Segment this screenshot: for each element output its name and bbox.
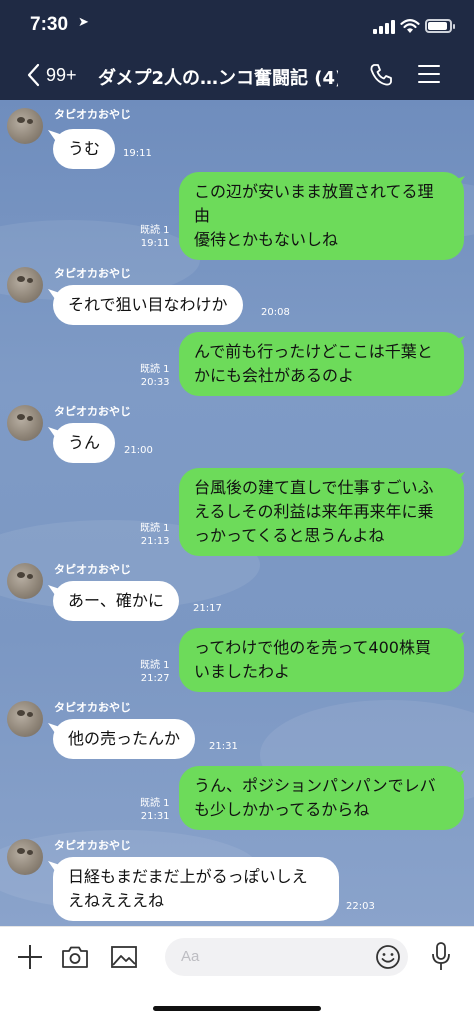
- avatar[interactable]: [7, 563, 43, 599]
- sender-name: タピオカおやじ: [54, 839, 131, 852]
- image-icon[interactable]: [110, 945, 138, 969]
- chat-title: ダメプ2人の…ンコ奮闘記 (4): [98, 68, 338, 89]
- message-bubble[interactable]: うん、ポジションパンパンでレバ も少しかかってるからね: [179, 766, 464, 830]
- menu-icon[interactable]: [418, 65, 440, 85]
- home-indicator[interactable]: [153, 1006, 321, 1011]
- location-arrow-icon: ➤: [78, 15, 89, 30]
- message-bubble[interactable]: んで前も行ったけどここは千葉と かにも会社があるのよ: [179, 332, 464, 396]
- avatar[interactable]: [7, 405, 43, 441]
- message-meta: 既読 1 21:13: [140, 523, 170, 547]
- sender-name: タピオカおやじ: [54, 701, 131, 714]
- message-time: 20:08: [261, 307, 290, 318]
- message-time: 21:00: [124, 445, 153, 456]
- message-time: 19:11: [123, 148, 152, 159]
- battery-icon: [425, 19, 455, 33]
- phone-icon[interactable]: [368, 62, 394, 88]
- message-bubble[interactable]: うん: [53, 423, 116, 463]
- sender-name: タピオカおやじ: [54, 405, 131, 418]
- avatar[interactable]: [7, 267, 43, 303]
- message-meta: 既読 1 20:33: [140, 364, 170, 388]
- message-bubble[interactable]: この辺が安いまま放置されてる理由優待とかもないしね: [179, 172, 464, 260]
- microphone-icon[interactable]: [430, 941, 452, 973]
- message-bubble[interactable]: うむ: [53, 129, 116, 169]
- message-bubble[interactable]: それで狙い目なわけか: [53, 285, 243, 325]
- message-bubble[interactable]: 台風後の建て直しで仕事すごいふ えるしその利益は来年再来年に乗 っかってくると思うん…: [179, 468, 464, 556]
- message-bubble[interactable]: 他の売ったんか: [53, 719, 196, 759]
- sender-name: タピオカおやじ: [54, 563, 131, 576]
- avatar[interactable]: [7, 108, 43, 144]
- message-input-placeholder: Aa: [181, 948, 200, 965]
- chat-header: 99+ ダメプ2人の…ンコ奮闘記 (4): [0, 50, 474, 100]
- status-time: 7:30: [30, 14, 69, 35]
- message-input[interactable]: Aa: [165, 938, 408, 976]
- message-time: 22:03: [346, 901, 375, 912]
- message-meta: 既読 1 19:11: [140, 225, 170, 249]
- message-time: 21:17: [193, 603, 222, 614]
- chat-area[interactable]: タピオカおやじ うむ 19:11 既読 1 19:11 この辺が安いまま放置されて…: [0, 100, 474, 926]
- message-meta: 既読 1 21:31: [140, 798, 170, 822]
- emoji-icon[interactable]: [375, 944, 401, 970]
- avatar[interactable]: [7, 701, 43, 737]
- message-bubble[interactable]: 日経もまだまだ上がるっぽいしえ えねえええね: [53, 857, 339, 921]
- signal-icon: [373, 20, 395, 34]
- sender-name: タピオカおやじ: [54, 108, 131, 121]
- plus-icon[interactable]: [18, 945, 42, 969]
- camera-icon[interactable]: [61, 945, 89, 969]
- chevron-left-icon: [27, 63, 40, 87]
- message-bubble[interactable]: ってわけで他のを売って400株買 いましたわよ: [179, 628, 464, 692]
- avatar[interactable]: [7, 839, 43, 875]
- message-time: 21:31: [209, 741, 238, 752]
- message-meta: 既読 1 21:27: [140, 660, 170, 684]
- sender-name: タピオカおやじ: [54, 267, 131, 280]
- back-button[interactable]: 99+: [26, 61, 86, 89]
- unread-count: 99+: [46, 65, 77, 85]
- message-bubble[interactable]: あー、確かに: [53, 581, 179, 621]
- status-bar: 7:30 ➤: [0, 0, 474, 50]
- wifi-icon: [400, 19, 420, 33]
